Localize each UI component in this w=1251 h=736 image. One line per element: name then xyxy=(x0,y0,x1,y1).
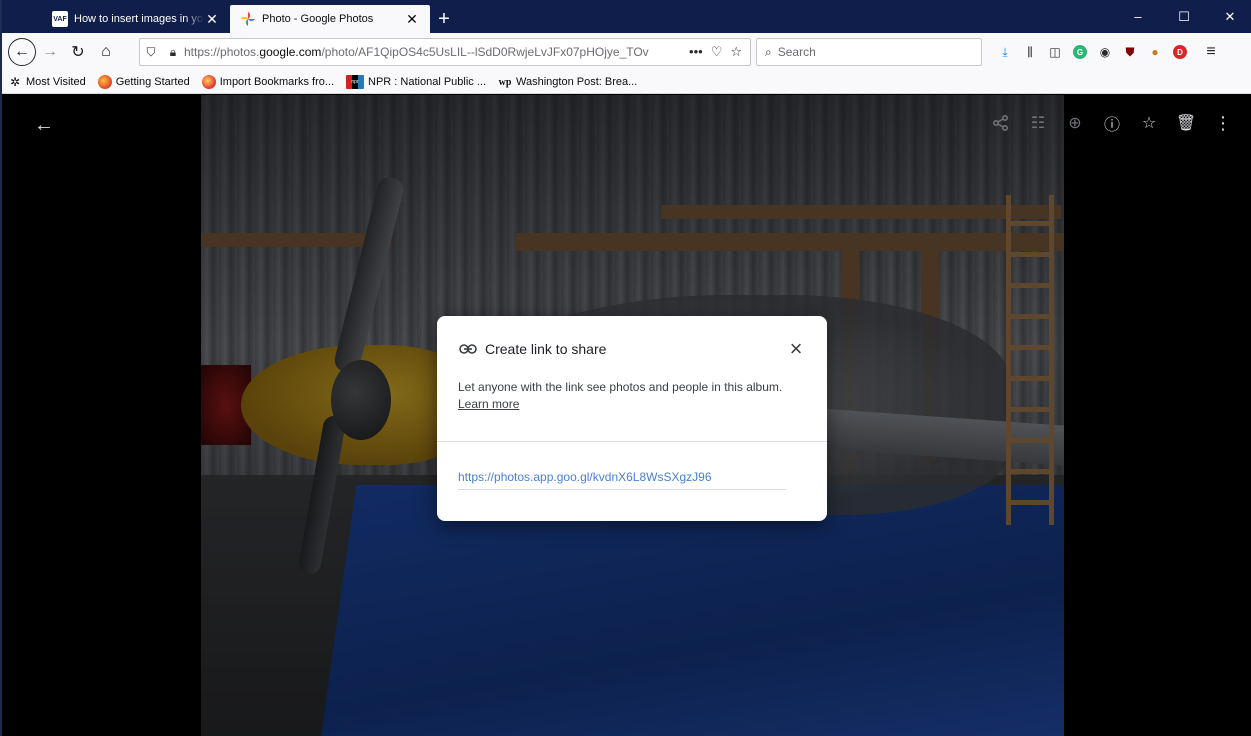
bookmark-washington-post[interactable]: wp Washington Post: Brea... xyxy=(498,75,638,89)
maximize-button[interactable]: ☐ xyxy=(1161,0,1207,33)
trash-icon[interactable]: 🗑︎ xyxy=(1174,111,1198,135)
pocket-icon[interactable]: ♡ xyxy=(711,44,723,60)
bookmark-star-icon[interactable]: ☆ xyxy=(730,44,742,60)
close-window-button[interactable]: ✕ xyxy=(1207,0,1251,33)
sidebar-icon[interactable]: ◫ xyxy=(1044,41,1066,63)
search-placeholder: Search xyxy=(777,45,816,59)
info-icon[interactable]: ⓘ xyxy=(1100,111,1124,135)
ublock-extension-icon[interactable]: ⛊ xyxy=(1119,41,1141,63)
tab-insert-images[interactable]: VAF How to insert images in your p ✕ xyxy=(42,5,230,33)
learn-more-link[interactable]: Learn more xyxy=(458,396,519,413)
favorite-star-icon[interactable]: ☆ xyxy=(1137,111,1161,135)
library-icon[interactable]: ⫼ xyxy=(1019,41,1041,63)
url-bar[interactable]: ⛉ 🔒︎ https://photos.google.com/photo/AF1… xyxy=(139,38,751,66)
share-icon[interactable] xyxy=(989,111,1013,135)
tab-google-photos[interactable]: Photo - Google Photos ✕ xyxy=(230,5,430,33)
dialog-header: Create link to share × xyxy=(459,338,807,360)
bookmark-import[interactable]: Import Bookmarks fro... xyxy=(201,75,334,89)
forward-button[interactable]: → xyxy=(36,38,64,66)
lock-icon[interactable]: 🔒︎ xyxy=(162,45,184,60)
url-text[interactable]: https://photos.google.com/photo/AF1QipOS… xyxy=(184,45,689,59)
bookmark-npr[interactable]: npr NPR : National Public ... xyxy=(346,75,486,89)
new-tab-button[interactable]: + xyxy=(430,5,458,33)
tab-title: How to insert images in your p xyxy=(74,13,204,25)
grammarly-extension-icon[interactable]: G xyxy=(1073,45,1087,59)
home-button[interactable]: ⌂ xyxy=(92,38,120,66)
dialog-title: Create link to share xyxy=(485,341,607,357)
import-icon xyxy=(201,75,216,89)
search-input[interactable]: ⌕ Search xyxy=(756,38,982,66)
account-extension-icon[interactable]: ◉ xyxy=(1094,41,1116,63)
npr-icon: npr xyxy=(346,75,365,89)
more-options-icon[interactable]: ⋮ xyxy=(1211,111,1235,135)
tab-title: Photo - Google Photos xyxy=(262,13,374,25)
zoom-in-icon[interactable]: ⊕ xyxy=(1063,111,1087,135)
reload-button[interactable]: ↻ xyxy=(64,38,92,66)
window-controls: – ☐ ✕ xyxy=(1115,0,1251,33)
back-button[interactable]: ← xyxy=(8,38,36,66)
minimize-button[interactable]: – xyxy=(1115,0,1161,33)
description-text: Let anyone with the link see photos and … xyxy=(458,380,783,394)
downloads-icon[interactable]: ⤓ xyxy=(994,41,1016,63)
share-link-field[interactable]: https://photos.app.goo.gl/kvdnX6L8WsSXgz… xyxy=(458,470,786,490)
back-arrow-icon[interactable]: ← xyxy=(32,113,56,137)
cookie-extension-icon[interactable]: ● xyxy=(1144,41,1166,63)
edit-adjust-icon[interactable]: ☷ xyxy=(1026,111,1050,135)
bookmark-getting-started[interactable]: Getting Started xyxy=(97,75,190,89)
url-actions: ••• ♡ ☆ xyxy=(689,44,750,60)
extension-d-icon[interactable]: D xyxy=(1173,45,1187,59)
create-link-dialog: Create link to share × Let anyone with t… xyxy=(437,316,827,521)
navigation-toolbar: ← → ↻ ⌂ ⛉ 🔒︎ https://photos.google.com/p… xyxy=(2,33,1251,71)
washington-post-icon: wp xyxy=(498,76,512,88)
page-actions-icon[interactable]: ••• xyxy=(689,44,703,60)
gear-icon: ✲ xyxy=(9,75,21,89)
tab-bar: VAF How to insert images in your p ✕ Pho… xyxy=(2,0,1251,33)
viewer-toolbar: ☷ ⊕ ⓘ ☆ 🗑︎ ⋮ xyxy=(989,111,1235,135)
dialog-divider xyxy=(437,441,827,442)
dialog-description: Let anyone with the link see photos and … xyxy=(458,379,808,413)
firefox-icon xyxy=(97,75,112,89)
shield-icon[interactable]: ⛉ xyxy=(140,45,162,60)
vaf-favicon-icon: VAF xyxy=(52,11,68,27)
tab-close-icon[interactable]: ✕ xyxy=(404,11,420,28)
bookmarks-toolbar: ✲ Most Visited Getting Started Import Bo… xyxy=(2,71,1251,94)
browser-tools: ⤓ ⫼ ◫ G ◉ ⛊ ● D ≡ xyxy=(994,38,1222,66)
google-photos-favicon-icon xyxy=(240,11,256,27)
close-icon[interactable]: × xyxy=(785,338,807,360)
menu-icon[interactable]: ≡ xyxy=(1200,41,1222,63)
tab-close-icon[interactable]: ✕ xyxy=(204,11,220,28)
search-icon: ⌕ xyxy=(765,44,772,59)
bookmark-most-visited[interactable]: ✲ Most Visited xyxy=(8,75,86,89)
browser-window: VAF How to insert images in your p ✕ Pho… xyxy=(0,0,1251,736)
link-icon xyxy=(459,340,477,358)
